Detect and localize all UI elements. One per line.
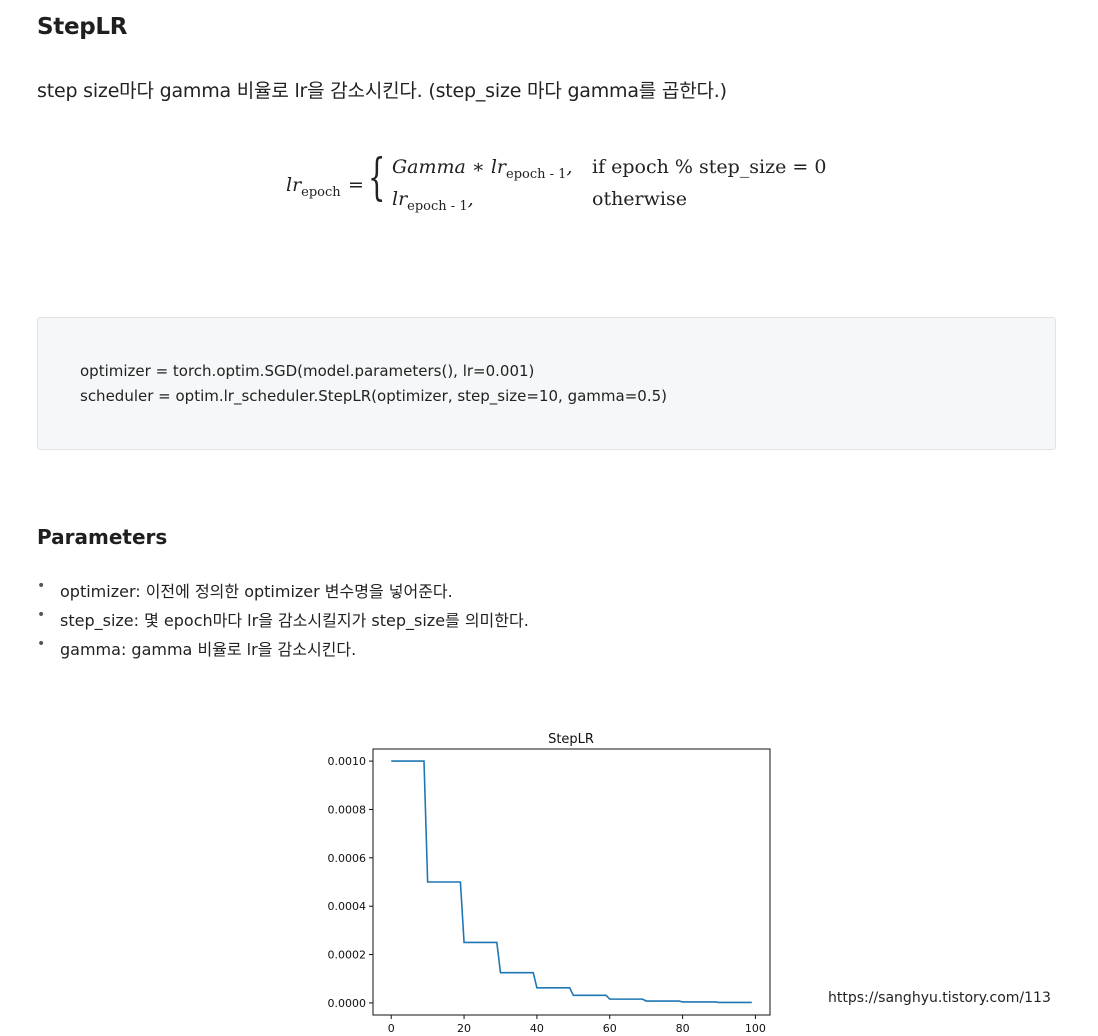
y-tick-label: 0.0006: [328, 852, 367, 865]
x-tick-label: 60: [603, 1022, 617, 1035]
lr-formula: lrepoch = { Gamma ∗ lrepoch - 1, lrepoch…: [286, 150, 846, 220]
chart-title: StepLR: [548, 732, 594, 747]
formula-condition-1: if epoch % step_size = 0: [592, 156, 827, 178]
list-item: • optimizer: 이전에 정의한 optimizer 변수명을 넣어준다.: [37, 578, 453, 601]
x-tick-label: 80: [676, 1022, 690, 1035]
y-tick-label: 0.0000: [328, 997, 367, 1010]
parameters-list: • optimizer: 이전에 정의한 optimizer 변수명을 넣어준다.…: [37, 578, 529, 665]
x-tick-label: 40: [530, 1022, 544, 1035]
formula-equals: =: [348, 174, 364, 196]
list-item: • gamma: gamma 비율로 lr을 감소시킨다.: [37, 636, 357, 659]
list-item: • step_size: 몇 epoch마다 lr을 감소시킬지가 step_si…: [37, 607, 529, 630]
bullet-icon: •: [37, 578, 46, 594]
code-block[interactable]: optimizer = torch.optim.SGD(model.parame…: [37, 317, 1056, 450]
source-link[interactable]: https://sanghyu.tistory.com/113: [828, 990, 1051, 1006]
lr-series-line: [391, 760, 752, 1004]
formula-brace: {: [368, 148, 386, 206]
x-tick-label: 100: [745, 1022, 766, 1035]
y-tick-label: 0.0002: [328, 949, 367, 962]
formula-lhs: lrepoch: [286, 174, 341, 200]
bullet-icon: •: [37, 636, 46, 652]
x-tick-label: 20: [457, 1022, 471, 1035]
y-tick-label: 0.0008: [328, 803, 367, 816]
formula-condition-2: otherwise: [592, 188, 687, 210]
formula-case-1: Gamma ∗ lrepoch - 1,: [392, 156, 573, 182]
x-tick-label: 0: [388, 1022, 395, 1035]
y-tick-label: 0.0010: [328, 755, 367, 768]
code-line-2: scheduler = optim.lr_scheduler.StepLR(op…: [80, 387, 667, 405]
bullet-icon: •: [37, 607, 46, 623]
formula-case-2: lrepoch - 1,: [392, 188, 474, 214]
y-tick-label: 0.0004: [328, 900, 367, 913]
page-title: StepLR: [37, 14, 128, 40]
intro-paragraph: step size마다 gamma 비율로 lr을 감소시킨다. (step_s…: [37, 80, 727, 102]
steplr-chart: StepLR 0 20 40 60 80 100 0.0000 0.0002 0.0004 0.0…: [328, 732, 771, 1035]
code-line-1: optimizer = torch.optim.SGD(model.parame…: [80, 362, 535, 380]
parameters-heading: Parameters: [37, 525, 168, 549]
